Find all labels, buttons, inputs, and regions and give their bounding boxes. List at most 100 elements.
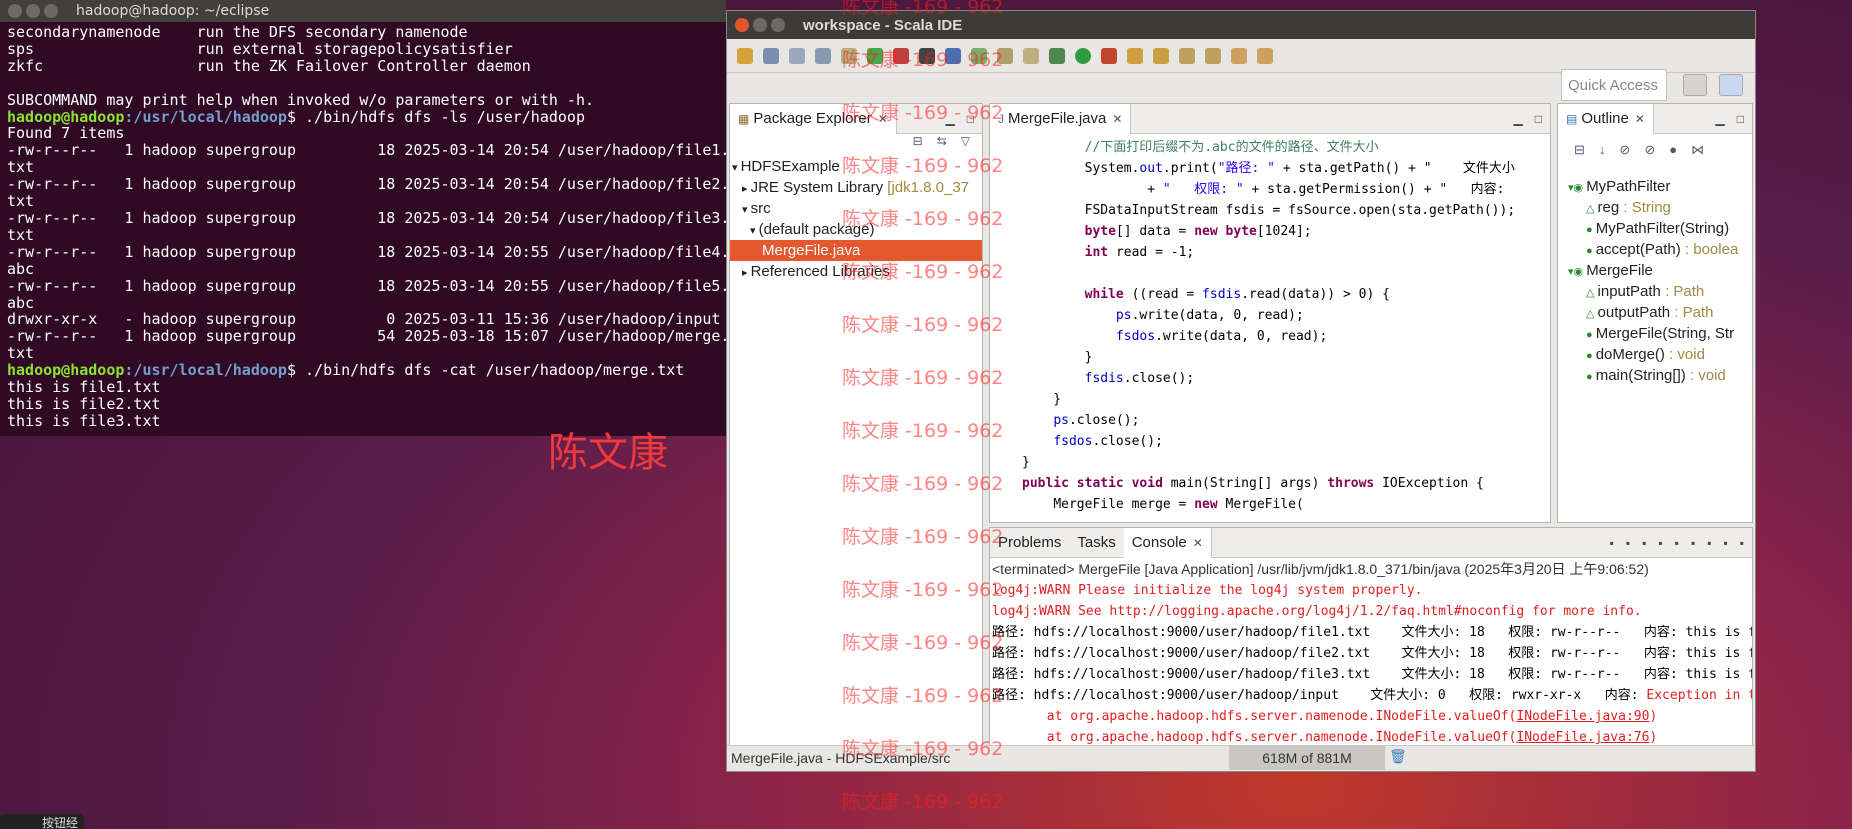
trash-icon[interactable]: 🗑 xyxy=(1389,748,1407,765)
outline-item[interactable]: △ inputPath : Path xyxy=(1562,281,1752,302)
run-green-icon[interactable] xyxy=(1075,47,1091,64)
maximize-icon[interactable]: □ xyxy=(1535,112,1542,126)
outline-item[interactable]: ▾◉ MyPathFilter xyxy=(1562,176,1752,197)
open-perspective-icon[interactable] xyxy=(1683,74,1707,96)
expand-arrow-icon[interactable]: ▾ xyxy=(742,204,751,216)
tree-item-extra: [jdk1.8.0_37 xyxy=(883,179,970,196)
maximize-icon[interactable] xyxy=(44,4,58,18)
heap-status[interactable]: 618M of 881M xyxy=(1229,746,1385,770)
terminal-titlebar: hadoop@hadoop: ~/eclipse xyxy=(0,0,726,22)
close-icon[interactable]: ✕ xyxy=(1635,112,1645,126)
view-menu-icon[interactable]: ▽ xyxy=(961,134,970,156)
annotation-icon[interactable] xyxy=(997,47,1013,64)
outline-item[interactable]: ● MyPathFilter(String) xyxy=(1562,218,1752,239)
quick-access-input[interactable]: Quick Access xyxy=(1561,69,1667,101)
tree-item[interactable]: ▾ HDFSExample xyxy=(730,156,982,177)
hide-local-icon[interactable]: ⋈ xyxy=(1691,142,1704,176)
new-icon[interactable] xyxy=(737,47,753,64)
close-icon[interactable]: ✕ xyxy=(1193,536,1203,550)
maximize-icon[interactable]: □ xyxy=(967,112,974,126)
pin-icon[interactable]: ▪ xyxy=(1691,536,1695,550)
tree-item[interactable]: ▾ src xyxy=(730,198,982,219)
tree-item[interactable]: ▸ JRE System Library [jdk1.8.0_37 xyxy=(730,177,982,198)
stack-trace-link[interactable]: INodeFile.java:90 xyxy=(1516,709,1649,724)
scala-perspective-icon[interactable] xyxy=(1719,74,1743,96)
sort-icon[interactable]: ↓ xyxy=(1599,142,1606,176)
terminate-icon[interactable]: ▪ xyxy=(1610,536,1614,550)
display-console-icon[interactable]: ▪ xyxy=(1707,536,1711,550)
minimize-icon[interactable]: ▁ xyxy=(1514,112,1523,126)
expand-arrow-icon[interactable]: ▸ xyxy=(742,267,751,279)
code-editor[interactable]: //下面打印后缀不为.abc的文件的路径、文件大小 System.out.pri… xyxy=(990,134,1550,515)
maximize-icon[interactable]: □ xyxy=(1737,112,1744,126)
search-icon[interactable] xyxy=(945,47,961,64)
outline-item[interactable]: ● doMerge() : void xyxy=(1562,344,1752,365)
save-all-icon[interactable] xyxy=(789,47,805,64)
tab-console[interactable]: Console ✕ xyxy=(1123,528,1212,558)
outline-name: MergeFile xyxy=(1586,262,1653,279)
minimize-icon[interactable]: ▁ xyxy=(1716,112,1725,126)
nav-up-icon[interactable] xyxy=(1205,47,1221,64)
tree-item[interactable]: MergeFile.java xyxy=(730,240,982,261)
close-icon[interactable] xyxy=(8,4,22,18)
debug-icon[interactable] xyxy=(841,47,857,64)
nav-down-icon[interactable] xyxy=(1179,47,1195,64)
minimize-icon[interactable]: ▪ xyxy=(1723,536,1727,550)
tab-outline[interactable]: ▤ Outline ✕ xyxy=(1558,104,1654,134)
close-icon[interactable] xyxy=(735,18,749,32)
outline-item[interactable]: ● MergeFile(String, Str xyxy=(1562,323,1752,344)
console-output[interactable]: log4j:WARN Please initialize the log4j s… xyxy=(990,580,1752,748)
outline-item[interactable]: ● accept(Path) : boolea xyxy=(1562,239,1752,260)
expand-arrow-icon[interactable]: ▸ xyxy=(742,183,751,195)
collapse-all-icon[interactable]: ⊟ xyxy=(913,134,923,156)
stack-trace-link[interactable]: INodeFile.java:76 xyxy=(1516,730,1649,745)
ide-window[interactable]: workspace - Scala IDE Quick Access ▦ Pac… xyxy=(726,10,1756,772)
minimize-icon[interactable]: ▁ xyxy=(946,112,955,126)
collapse-icon[interactable]: ⊟ xyxy=(1574,142,1585,176)
minimize-icon[interactable] xyxy=(753,18,767,32)
run-icon[interactable] xyxy=(867,47,883,64)
hide-static-icon[interactable]: ⊘ xyxy=(1644,142,1655,176)
outline-item[interactable]: ● main(String[]) : void xyxy=(1562,365,1752,386)
toggle-icon[interactable] xyxy=(815,47,831,64)
build-icon[interactable] xyxy=(1049,47,1065,64)
outline-item[interactable]: ▾◉ MergeFile xyxy=(1562,260,1752,281)
console-panel: Problems Tasks Console ✕ ▪ ▪ ▪ ▪ ▪ ▪ ▪ ▪ ▪ <terminat… xyxy=(989,527,1753,749)
remove-launch-icon[interactable]: ▪ xyxy=(1626,536,1630,550)
console-error: Exception in t xyxy=(1646,688,1753,703)
external-tools-icon[interactable] xyxy=(893,47,909,64)
pen-icon[interactable] xyxy=(1153,47,1169,64)
link-editor-icon[interactable]: ⇆ xyxy=(937,134,947,156)
tab-problems[interactable]: Problems xyxy=(990,528,1069,558)
word-wrap-icon[interactable]: ▪ xyxy=(1675,536,1679,550)
minimize-icon[interactable] xyxy=(26,4,40,18)
maximize-icon[interactable]: ▪ xyxy=(1740,536,1744,550)
tree-item[interactable]: ▾ (default package) xyxy=(730,219,982,240)
terminal-window[interactable]: hadoop@hadoop: ~/eclipse secondarynameno… xyxy=(0,0,729,436)
close-icon[interactable]: ✕ xyxy=(878,112,888,126)
expand-arrow-icon[interactable]: ▾ xyxy=(732,162,741,174)
tab-package-explorer[interactable]: ▦ Package Explorer ✕ xyxy=(730,103,897,134)
close-icon[interactable]: ✕ xyxy=(1112,112,1122,126)
outline-item[interactable]: △ outputPath : Path xyxy=(1562,302,1752,323)
external-run-icon[interactable] xyxy=(1101,47,1117,64)
tab-mergefile-java[interactable]: J MergeFile.java ✕ xyxy=(990,104,1132,134)
taskbar-tooltip: 按钮经 xyxy=(0,814,84,829)
outline-item[interactable]: △ reg : String xyxy=(1562,197,1752,218)
wand-icon[interactable] xyxy=(971,47,987,64)
coverage-icon[interactable] xyxy=(919,47,935,64)
tree-item[interactable]: ▸ Referenced Libraries xyxy=(730,261,982,282)
package-tree: ▾ HDFSExample ▸ JRE System Library [jdk1.… xyxy=(730,156,982,282)
next-annotation-icon[interactable] xyxy=(1023,47,1039,64)
expand-arrow-icon[interactable]: ▾ xyxy=(750,225,759,237)
hide-nonpublic-icon[interactable]: ● xyxy=(1669,142,1677,176)
tab-tasks[interactable]: Tasks xyxy=(1069,528,1123,558)
remove-all-icon[interactable]: ▪ xyxy=(1642,536,1646,550)
hide-fields-icon[interactable]: ⊘ xyxy=(1619,142,1630,176)
forward-icon[interactable] xyxy=(1257,47,1273,64)
save-icon[interactable] xyxy=(763,47,779,64)
open-folder-icon[interactable] xyxy=(1127,47,1143,64)
maximize-icon[interactable] xyxy=(771,18,785,32)
scroll-lock-icon[interactable]: ▪ xyxy=(1658,536,1662,550)
back-icon[interactable] xyxy=(1231,47,1247,64)
